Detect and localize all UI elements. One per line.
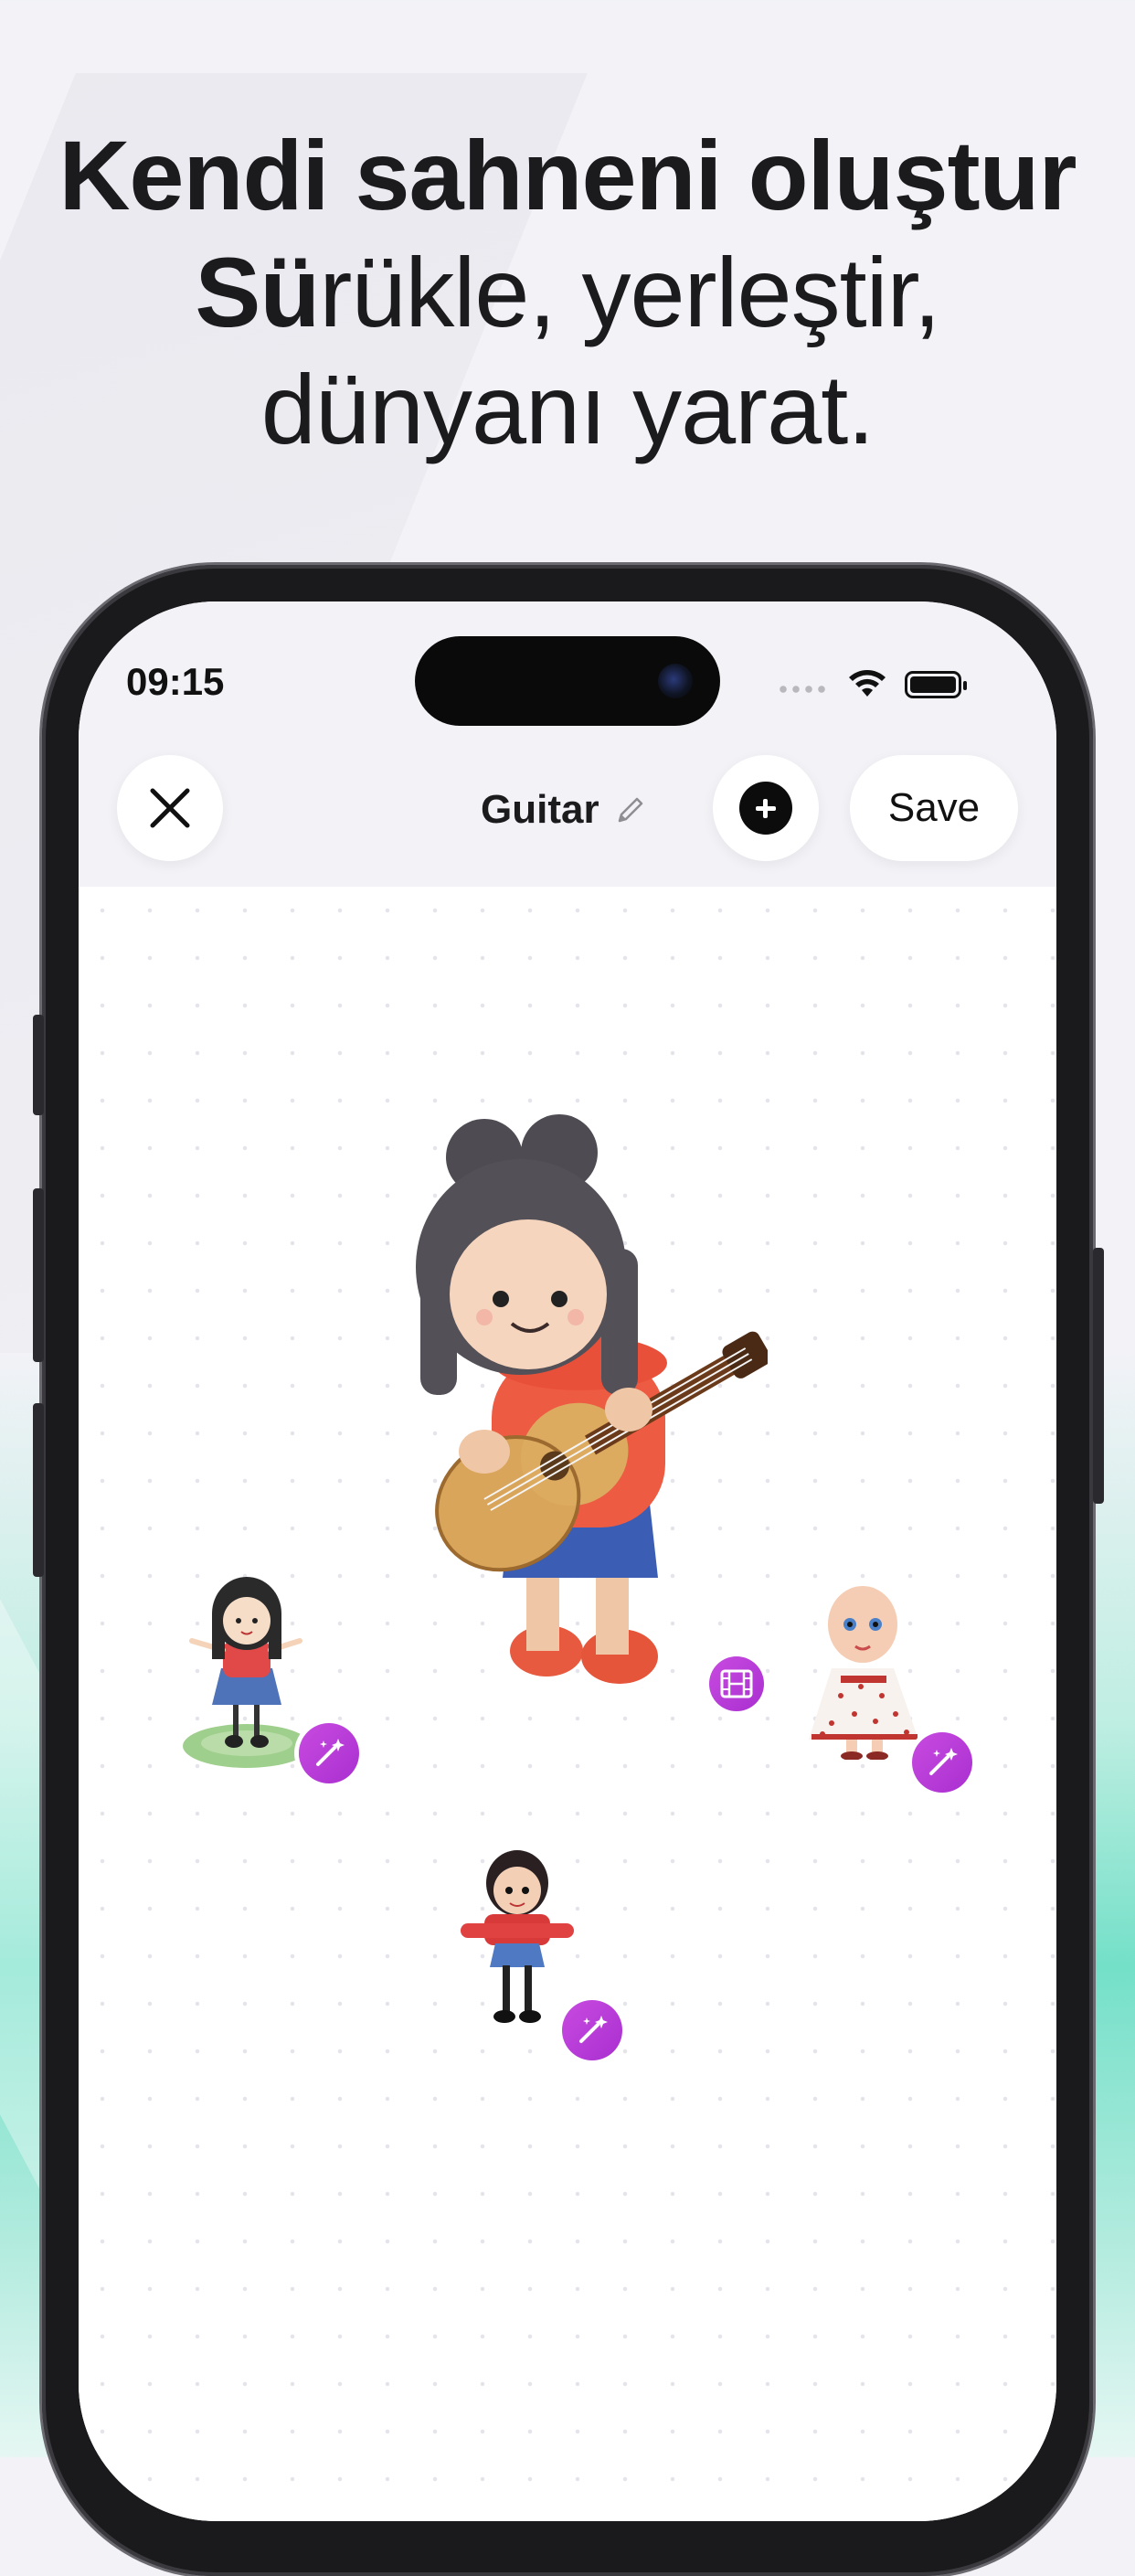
- add-button[interactable]: [713, 755, 819, 861]
- front-camera: [658, 664, 693, 698]
- signal-icon: [777, 686, 828, 693]
- phone-side-button: [33, 1188, 44, 1362]
- magic-wand-badge[interactable]: [562, 2000, 622, 2060]
- film-icon: [720, 1669, 753, 1698]
- headline-line-3: dünyanı yarat.: [260, 354, 875, 464]
- headline-line-1: Kendi sahneni oluştur: [58, 120, 1077, 230]
- plus-circle-icon: [739, 782, 792, 835]
- status-time: 09:15: [126, 660, 225, 703]
- small-girl-figure[interactable]: [459, 1848, 578, 2027]
- headline-line-2-rest: rükle, yerleştir,: [319, 237, 940, 347]
- scene-title[interactable]: Guitar: [481, 787, 599, 833]
- wifi-icon: [849, 670, 886, 697]
- baby-doll-figure[interactable]: [804, 1577, 928, 1760]
- save-button[interactable]: Save: [850, 755, 1018, 861]
- magic-wand-icon: [316, 1739, 345, 1766]
- film-badge[interactable]: [709, 1656, 764, 1711]
- marketing-headline: Kendi sahneni oluştur Sürükle, yerleştir…: [0, 117, 1135, 468]
- phone-side-button: [33, 1015, 44, 1115]
- girl-with-guitar-figure[interactable]: [384, 1112, 768, 1697]
- magic-wand-icon: [929, 1748, 958, 1775]
- close-button[interactable]: [117, 755, 223, 861]
- magic-wand-badge[interactable]: [912, 1732, 972, 1793]
- headline-line-2-bold: Sü: [195, 237, 320, 347]
- battery-icon: [905, 671, 967, 698]
- status-icons: [777, 665, 969, 702]
- phone-side-button: [1093, 1248, 1104, 1504]
- headline-line-2: Sürükle, yerleştir,: [0, 234, 1135, 351]
- scene-title-group[interactable]: Guitar: [481, 782, 647, 837]
- magic-wand-badge[interactable]: [299, 1723, 359, 1783]
- phone-side-button: [33, 1403, 44, 1577]
- magic-wand-icon: [579, 2016, 608, 2043]
- pencil-icon[interactable]: [614, 793, 647, 826]
- close-icon: [150, 788, 190, 828]
